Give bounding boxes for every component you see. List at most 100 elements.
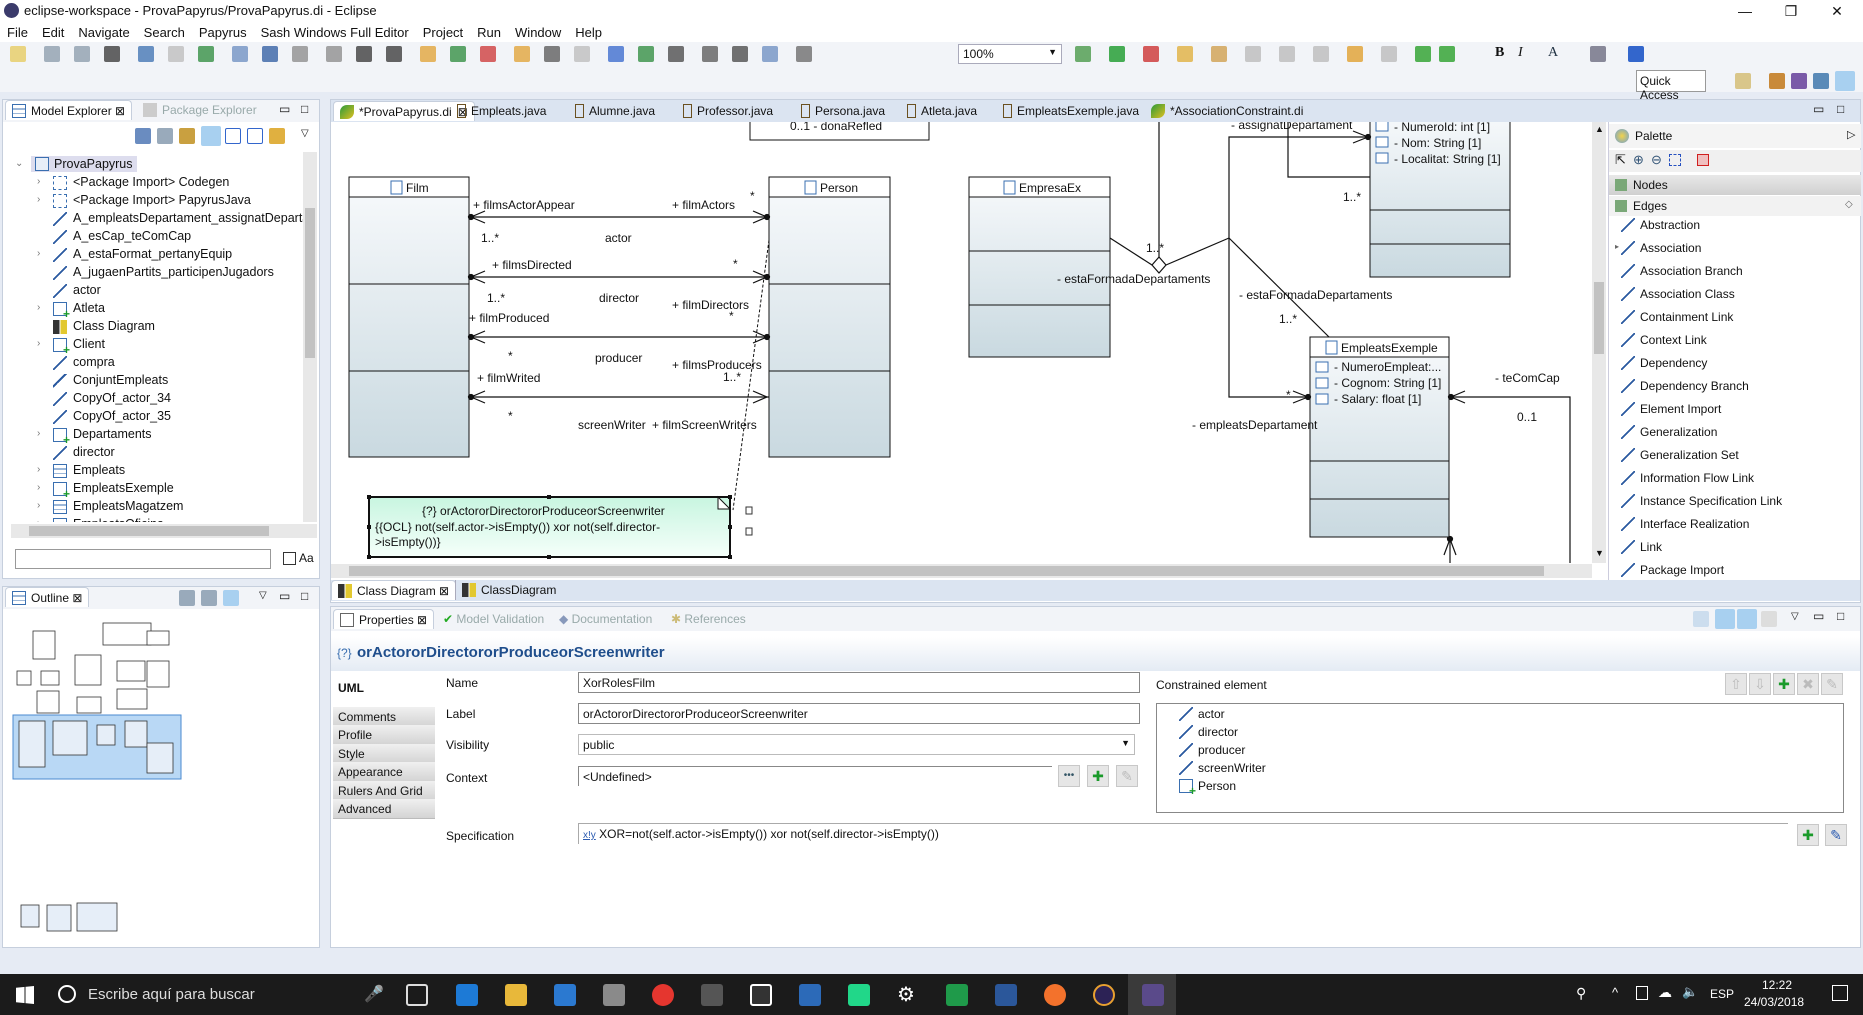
open-icon[interactable] (1177, 46, 1193, 62)
label-field[interactable]: orActororDirectororProduceorScreenwriter (578, 703, 1140, 724)
association-screenwriter[interactable] (467, 390, 770, 404)
properties-section-advanced[interactable]: Advanced (333, 799, 435, 819)
tree-item[interactable]: › Client (3, 336, 303, 357)
tree-item[interactable]: A_jugaenPartits_participenJugadors (3, 264, 303, 282)
fill-color-icon[interactable] (1590, 46, 1606, 62)
tab-classdiagram-page[interactable]: ClassDiagram (455, 580, 562, 600)
tree-item[interactable]: › Departaments (3, 426, 303, 447)
outline-tree-icon[interactable] (201, 590, 217, 606)
palette-tool-link[interactable]: Link (1621, 540, 1662, 554)
editor-tab[interactable]: Professor.java (677, 101, 779, 121)
palette-tool-generalization[interactable]: Generalization (1621, 425, 1717, 439)
store-icon[interactable] (554, 984, 576, 1006)
microphone-icon[interactable]: 🎤 (364, 984, 384, 1004)
add-icon[interactable]: ✚ (1087, 765, 1109, 787)
minimize-icon[interactable]: ▭ (1813, 609, 1824, 623)
palette-tool-instance-specification-link[interactable]: Instance Specification Link (1621, 494, 1782, 508)
windows-start-icon[interactable] (16, 986, 34, 1004)
diagram-horizontal-scrollbar[interactable] (331, 564, 1592, 578)
brush-icon[interactable] (1211, 46, 1227, 62)
arrow-icon[interactable] (544, 46, 560, 62)
tree-item[interactable]: CopyOf_actor_35 (3, 408, 303, 426)
clock-date[interactable]: 24/03/2018 (1744, 995, 1804, 1009)
properties-section-style[interactable]: Style (333, 743, 435, 764)
new-icon[interactable] (10, 46, 26, 62)
external-tools-icon[interactable] (1143, 46, 1159, 62)
scrollbar-thumb[interactable] (305, 208, 315, 358)
list-icon[interactable] (135, 128, 151, 144)
name-field[interactable]: XorRolesFilm (578, 672, 1140, 693)
eclipse-jee-icon[interactable] (1142, 984, 1164, 1006)
hand-icon[interactable] (732, 46, 748, 62)
menu-navigate[interactable]: Navigate (71, 22, 136, 40)
filter-input[interactable] (15, 549, 271, 569)
taskbar-search[interactable]: Escribe aquí para buscar (88, 986, 255, 1003)
close-icon[interactable]: ⊠ (417, 613, 427, 627)
association-escap[interactable] (1443, 535, 1457, 564)
mathematica-icon[interactable] (799, 984, 821, 1006)
maximize-icon[interactable]: □ (301, 102, 308, 116)
minimize-icon[interactable]: ▭ (279, 589, 290, 603)
bold-button[interactable]: B (1495, 45, 1504, 61)
advanced-icon[interactable] (1761, 611, 1777, 627)
context-field[interactable]: <Undefined> (578, 766, 1052, 786)
word-icon[interactable] (995, 984, 1017, 1006)
back-icon[interactable] (1313, 46, 1329, 62)
palette-tool-association[interactable]: ▸ Association (1615, 241, 1701, 255)
pycharm-icon[interactable] (848, 984, 870, 1006)
tree-item[interactable]: › <Package Import> Codegen (3, 174, 303, 192)
add-constrained-button[interactable]: ✚ (1773, 673, 1795, 695)
palette-tool-package-import[interactable]: Package Import (1621, 563, 1724, 577)
maximize-icon[interactable]: □ (1837, 609, 1844, 623)
association-director[interactable] (467, 270, 771, 284)
close-icon[interactable]: ⊠ (115, 104, 125, 118)
font-color-button[interactable]: A (1548, 45, 1558, 61)
tree-vertical-scrollbar[interactable] (303, 152, 317, 522)
chevron-right-icon[interactable]: › (37, 194, 47, 205)
app-icon[interactable] (603, 984, 625, 1006)
class-departament[interactable]: - NumeroId: int [1] - Nom: String [1] - … (1369, 122, 1511, 278)
palette-drawer-edges[interactable]: Edges ◇ (1609, 196, 1861, 216)
association-producer[interactable] (467, 330, 771, 344)
circle2-icon[interactable] (326, 46, 342, 62)
scrollbar-thumb[interactable] (349, 566, 1544, 576)
constrained-element-item[interactable]: screenWriter (1179, 761, 1266, 775)
diagram-canvas[interactable]: 0..1 - donaRefled Film Person EmpresaEx … (331, 122, 1592, 563)
network-icon[interactable] (1636, 986, 1648, 1000)
menu-sash-windows-full-editor[interactable]: Sash Windows Full Editor (254, 22, 416, 40)
anchor-handle[interactable] (745, 506, 753, 515)
save-icon[interactable] (44, 46, 60, 62)
move-down-button[interactable]: ⇩ (1749, 673, 1771, 695)
outline-overview-icon[interactable] (223, 590, 239, 606)
association-actor[interactable] (467, 210, 771, 224)
text-align-icon[interactable] (702, 46, 718, 62)
link-with-editor-icon[interactable] (269, 128, 285, 144)
zoom-out-icon[interactable]: ⊖ (1651, 152, 1662, 168)
onedrive-icon[interactable]: ☁ (1658, 984, 1672, 1001)
editor-tab[interactable]: EmpleatsExemple.java (997, 101, 1145, 121)
task-view-icon[interactable] (406, 984, 428, 1006)
close-icon[interactable]: ⊠ (72, 591, 82, 605)
distribute-icon[interactable] (668, 46, 684, 62)
papyrus2-icon[interactable] (450, 46, 466, 62)
tab-model-explorer[interactable]: Model Explorer ⊠ (5, 100, 133, 120)
view-menu-icon[interactable]: ▽ (259, 590, 267, 601)
menu-edit[interactable]: Edit (35, 22, 71, 40)
java-ee-perspective-icon[interactable] (1769, 73, 1785, 89)
maximize-icon[interactable]: □ (301, 589, 308, 603)
tree-item[interactable]: › A_estaFormat_pertanyEquip (3, 246, 303, 264)
tree-item[interactable]: › EmpleatsMagatzem (3, 498, 303, 516)
link-icon[interactable] (1737, 609, 1757, 629)
palette-tool-containment-link[interactable]: Containment Link (1621, 310, 1733, 324)
maximize-icon[interactable]: □ (1837, 102, 1844, 116)
chevron-right-icon[interactable]: › (37, 248, 47, 259)
outline-tool-icon[interactable] (179, 590, 195, 606)
constraint-node[interactable]: {?} orActororDirectororProduceorScreenwr… (367, 495, 753, 559)
minimize-icon[interactable]: ▭ (279, 102, 290, 116)
profile-icon[interactable] (104, 46, 120, 62)
chevron-right-icon[interactable]: ▸ (1615, 242, 1619, 251)
scroll-down-icon[interactable]: ▼ (1595, 548, 1604, 558)
palette-drawer-nodes[interactable]: Nodes (1609, 175, 1861, 195)
constrained-element-item[interactable]: actor (1179, 707, 1225, 721)
debug-perspective-icon[interactable] (1791, 73, 1807, 89)
